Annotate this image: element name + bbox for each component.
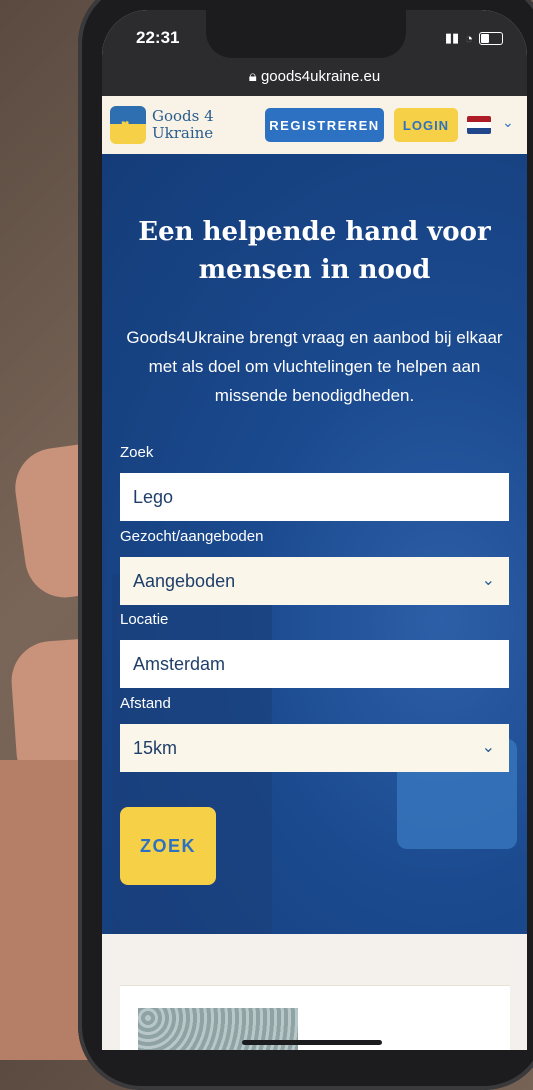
location-input-value: Amsterdam: [133, 653, 226, 674]
location-label: Locatie: [120, 611, 169, 628]
logo-text[interactable]: Goods 4 Ukraine: [152, 108, 214, 142]
lock-icon: 🔒︎: [248, 68, 257, 85]
chevron-down-icon: ⌄: [481, 572, 495, 589]
signal-icon: ▮▮: [444, 30, 460, 45]
query-label: Zoek: [120, 444, 154, 461]
logo-icon[interactable]: ♥: [110, 106, 146, 144]
phone-screen: 22:31 ▮▮ ◔ 🔒︎ goods4ukraine.eu ♥ Goods 4…: [102, 10, 527, 1050]
battery-icon: [479, 31, 503, 45]
status-bar: 22:31 ▮▮ ◔ 🔒︎ goods4ukraine.eu: [102, 10, 527, 96]
hero-title: Een helpende hand voor mensen in nood: [138, 217, 491, 285]
home-indicator: [242, 1040, 382, 1045]
heart-icon: ♥: [121, 116, 130, 132]
logo-line-2: Ukraine: [152, 124, 214, 142]
type-select-value: Aangeboden: [133, 570, 236, 591]
search-input[interactable]: Lego: [120, 473, 509, 521]
register-button[interactable]: REGISTREREN: [265, 108, 384, 142]
hero-subtitle: Goods4Ukraine brengt vraag en aanbod bij…: [126, 328, 503, 405]
chevron-down-icon[interactable]: ⌄: [502, 114, 514, 131]
url-text: goods4ukraine.eu: [260, 68, 381, 85]
status-time: 22:31: [136, 28, 180, 47]
type-select[interactable]: Aangeboden ⌄: [120, 557, 509, 605]
search-input-value: Lego: [133, 486, 174, 507]
location-input[interactable]: Amsterdam: [120, 640, 509, 688]
nl-flag-icon[interactable]: [467, 116, 491, 134]
site-header: ♥ Goods 4 Ukraine REGISTREREN LOGIN ⌄: [102, 96, 527, 154]
status-icons: ▮▮ ◔: [445, 30, 503, 46]
distance-select[interactable]: 15km ⌄: [120, 724, 509, 772]
search-button[interactable]: ZOEK: [120, 807, 216, 885]
logo-line-1: Goods 4: [152, 107, 214, 125]
notch: [206, 10, 406, 58]
wifi-icon: ◔: [465, 30, 473, 46]
login-button[interactable]: LOGIN: [394, 108, 458, 142]
distance-label: Afstand: [120, 695, 171, 712]
type-label: Gezocht/aangeboden: [120, 528, 264, 545]
url-bar[interactable]: 🔒︎ goods4ukraine.eu: [102, 68, 527, 85]
distance-select-value: 15km: [133, 737, 178, 758]
chevron-down-icon: ⌄: [481, 739, 495, 756]
